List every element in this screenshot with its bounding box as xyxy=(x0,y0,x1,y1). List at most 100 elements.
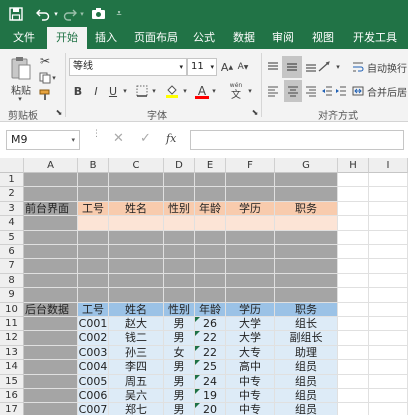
row-header[interactable]: 15 xyxy=(0,374,24,389)
cell-c10[interactable]: 姓名 xyxy=(109,302,164,317)
cell-h1[interactable] xyxy=(338,173,369,188)
cell-b5[interactable] xyxy=(78,230,109,245)
column-header-g[interactable]: G xyxy=(275,158,338,173)
cell-i1[interactable] xyxy=(369,173,408,188)
cell-f8[interactable] xyxy=(226,273,275,289)
select-all-corner[interactable] xyxy=(0,158,24,173)
cell-h14[interactable] xyxy=(338,360,369,375)
cell-d13[interactable]: 女 xyxy=(164,345,195,361)
row-header[interactable]: 14 xyxy=(0,360,24,375)
cell-i16[interactable] xyxy=(369,389,408,404)
cell-e4[interactable] xyxy=(195,216,226,231)
cell-b12[interactable]: C002 xyxy=(78,331,109,346)
formula-input[interactable] xyxy=(190,130,404,150)
cell-i6[interactable] xyxy=(369,245,408,260)
cell-e3[interactable]: 年龄 xyxy=(195,201,226,217)
wrap-text-icon[interactable] xyxy=(351,58,365,76)
cell-d4[interactable] xyxy=(164,216,195,231)
cell-f9[interactable] xyxy=(226,288,275,303)
column-header-b[interactable]: B xyxy=(78,158,109,173)
cell-b11[interactable]: C001 xyxy=(78,317,109,332)
cell-a11[interactable] xyxy=(24,317,78,332)
cell-d2[interactable] xyxy=(164,187,195,202)
paste-button[interactable]: 粘贴 xyxy=(8,83,34,97)
cell-f14[interactable]: 高中 xyxy=(226,360,275,375)
cell-b13[interactable]: C003 xyxy=(78,345,109,361)
cell-d15[interactable]: 男 xyxy=(164,374,195,389)
font-launcher-icon[interactable]: ⬊ xyxy=(251,107,259,117)
tab-page-layout[interactable]: 页面布局 xyxy=(130,27,182,49)
cell-i5[interactable] xyxy=(369,230,408,245)
cell-f12[interactable]: 大学 xyxy=(226,331,275,346)
column-header-d[interactable]: D xyxy=(164,158,195,173)
cell-h13[interactable] xyxy=(338,345,369,361)
cell-a14[interactable] xyxy=(24,360,78,375)
column-header-e[interactable]: E xyxy=(195,158,226,173)
cell-a5[interactable] xyxy=(24,230,78,245)
cell-f5[interactable] xyxy=(226,230,275,245)
cell-b9[interactable] xyxy=(78,288,109,303)
fill-color-icon[interactable] xyxy=(163,82,181,100)
cell-b14[interactable]: C004 xyxy=(78,360,109,375)
customize-quick-access-icon[interactable]: ⩡ xyxy=(114,0,124,27)
cell-f4[interactable] xyxy=(226,216,275,231)
cell-c14[interactable]: 李四 xyxy=(109,360,164,375)
row-header[interactable]: 4 xyxy=(0,216,24,231)
cell-h2[interactable] xyxy=(338,187,369,202)
cell-g13[interactable]: 助理 xyxy=(275,345,338,361)
cell-c4[interactable] xyxy=(109,216,164,231)
cell-c6[interactable] xyxy=(109,245,164,260)
borders-icon[interactable] xyxy=(134,82,150,100)
cell-i15[interactable] xyxy=(369,374,408,389)
cell-i10[interactable] xyxy=(369,302,408,317)
tab-home[interactable]: 开始 xyxy=(47,27,87,49)
cell-b8[interactable] xyxy=(78,273,109,289)
tab-developer[interactable]: 开发工具 xyxy=(348,27,402,49)
cell-f2[interactable] xyxy=(226,187,275,202)
tab-view[interactable]: 视图 xyxy=(308,27,338,49)
cell-g9[interactable] xyxy=(275,288,338,303)
decrease-font-size-button[interactable]: A ▼ xyxy=(236,58,250,76)
cell-a6[interactable] xyxy=(24,245,78,260)
cell-h10[interactable] xyxy=(338,302,369,317)
cell-e6[interactable] xyxy=(195,245,226,260)
name-box[interactable]: M9 ▾ xyxy=(6,130,80,150)
cell-h15[interactable] xyxy=(338,374,369,389)
cell-e8[interactable] xyxy=(195,273,226,289)
decrease-indent-icon[interactable] xyxy=(320,82,334,100)
redo-dropdown-icon[interactable]: ▾ xyxy=(78,0,86,27)
cell-d5[interactable] xyxy=(164,230,195,245)
column-header-h[interactable]: H xyxy=(338,158,369,173)
camera-icon[interactable] xyxy=(89,0,107,27)
cell-f6[interactable] xyxy=(226,245,275,260)
row-header[interactable]: 5 xyxy=(0,230,24,245)
cell-h12[interactable] xyxy=(338,331,369,346)
cell-e12[interactable]: 22 xyxy=(195,331,226,346)
cell-i7[interactable] xyxy=(369,259,408,274)
cell-c16[interactable]: 吴六 xyxy=(109,389,164,404)
undo-icon[interactable] xyxy=(34,0,52,27)
cell-f10[interactable]: 学历 xyxy=(226,302,275,317)
cell-e13[interactable]: 22 xyxy=(195,345,226,361)
cell-g10[interactable]: 职务 xyxy=(275,302,338,317)
cell-h5[interactable] xyxy=(338,230,369,245)
cell-a1[interactable] xyxy=(24,173,78,188)
row-header[interactable]: 3 xyxy=(0,201,24,217)
cell-b3[interactable]: 工号 xyxy=(78,201,109,217)
cell-c7[interactable] xyxy=(109,259,164,274)
cell-e15[interactable]: 24 xyxy=(195,374,226,389)
cell-f7[interactable] xyxy=(226,259,275,274)
row-header[interactable]: 7 xyxy=(0,259,24,274)
cell-c11[interactable]: 赵大 xyxy=(109,317,164,332)
cell-d6[interactable] xyxy=(164,245,195,260)
cell-g12[interactable]: 副组长 xyxy=(275,331,338,346)
cell-h6[interactable] xyxy=(338,245,369,260)
row-header[interactable]: 2 xyxy=(0,187,24,202)
row-header[interactable]: 13 xyxy=(0,345,24,361)
insert-function-button[interactable]: fx xyxy=(166,132,182,150)
cell-i8[interactable] xyxy=(369,273,408,289)
column-header-i[interactable]: I xyxy=(369,158,408,173)
row-header[interactable]: 8 xyxy=(0,273,24,289)
cell-d10[interactable]: 性别 xyxy=(164,302,195,317)
cell-c17[interactable]: 郑七 xyxy=(109,403,164,415)
